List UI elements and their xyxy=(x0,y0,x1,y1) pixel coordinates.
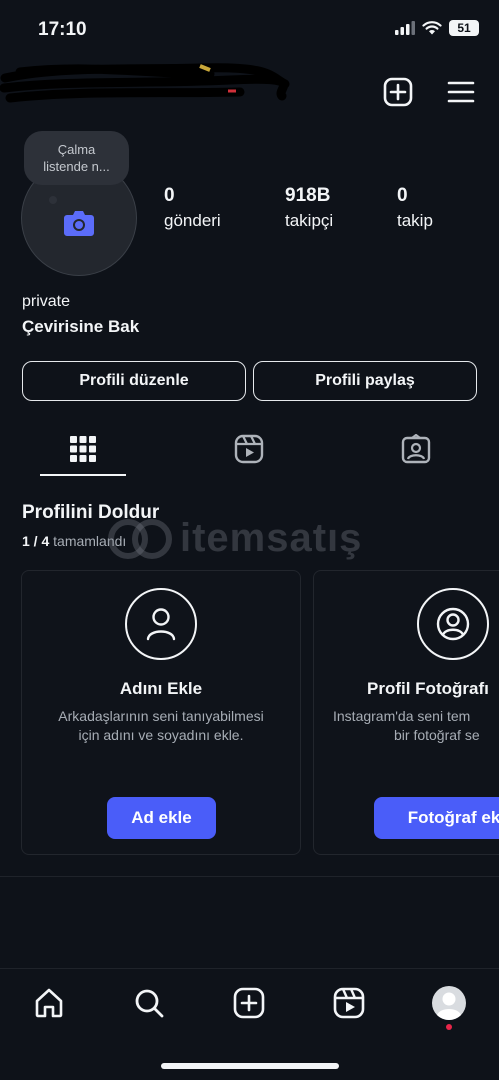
camera-icon xyxy=(64,211,94,236)
stat-followers[interactable]: 918B takipçi xyxy=(285,185,333,231)
watermark-text: itemsatış xyxy=(180,516,363,560)
tagged-icon xyxy=(401,434,431,464)
stat-posts-value: 0 xyxy=(164,185,175,206)
bottom-nav-divider xyxy=(0,968,499,969)
reels-icon xyxy=(333,987,365,1019)
reels-icon xyxy=(234,434,264,464)
nav-create[interactable] xyxy=(231,985,267,1021)
tab-tagged[interactable] xyxy=(399,432,433,466)
status-icons: 51 xyxy=(395,20,479,36)
card-add-name-title: Adını Ekle xyxy=(119,679,203,698)
home-indicator xyxy=(161,1063,339,1069)
home-icon xyxy=(35,988,63,1018)
edit-profile-button[interactable]: Profili düzenle xyxy=(22,361,246,401)
watermark-logo-icon xyxy=(108,518,172,559)
battery-indicator: 51 xyxy=(449,20,479,36)
menu-button[interactable] xyxy=(444,75,478,109)
card-profile-photo: Profil Fotoğrafı Instagram'da seni tem b… xyxy=(313,570,499,855)
card-profile-photo-title: Profil Fotoğrafı xyxy=(367,679,489,698)
progress-count: 1 / 4 xyxy=(22,533,50,549)
card-add-name: Adını Ekle Arkadaşlarının seni tanıyabil… xyxy=(21,570,301,855)
add-photo-button[interactable]: Fotoğraf ek xyxy=(374,797,499,839)
section-divider xyxy=(0,876,499,877)
profile-photo-icon xyxy=(436,607,470,641)
tab-posts-grid[interactable] xyxy=(66,432,100,466)
plus-square-icon xyxy=(383,77,413,107)
create-icon xyxy=(233,987,265,1019)
card-profile-photo-icon-circle xyxy=(417,588,489,660)
person-icon xyxy=(146,608,176,641)
card-profile-photo-desc-1: Instagram'da seni tem xyxy=(333,708,471,724)
nav-profile[interactable] xyxy=(431,985,467,1021)
stat-followers-value: 918B xyxy=(285,185,331,206)
wifi-icon xyxy=(422,21,442,35)
search-icon xyxy=(135,989,164,1018)
stat-following[interactable]: 0 takip xyxy=(397,185,433,231)
stat-posts-label: gönderi xyxy=(164,211,221,230)
notification-dot xyxy=(446,1024,452,1030)
nav-search[interactable] xyxy=(131,985,167,1021)
stat-followers-label: takipçi xyxy=(285,211,334,230)
card-profile-photo-clip: Profil Fotoğrafı Instagram'da seni tem b… xyxy=(313,570,499,855)
redacted-username xyxy=(0,63,290,103)
nav-reels[interactable] xyxy=(331,985,367,1021)
card-profile-photo-desc-2: bir fotoğraf se xyxy=(394,727,480,743)
share-profile-button[interactable]: Profili paylaş xyxy=(253,361,477,401)
add-name-button-label: Ad ekle xyxy=(131,808,192,827)
note-bubble[interactable]: Çalma listende n... xyxy=(24,131,129,185)
tab-reels[interactable] xyxy=(232,432,266,466)
note-tail xyxy=(49,196,57,204)
share-profile-label: Profili paylaş xyxy=(315,372,415,389)
add-photo-button-label: Fotoğraf ek xyxy=(407,808,499,827)
stat-posts[interactable]: 0 gönderi xyxy=(164,185,221,231)
stat-following-value: 0 xyxy=(397,185,408,206)
card-add-name-desc-1: Arkadaşlarının seni tanıyabilmesi xyxy=(58,708,264,724)
see-translation-link[interactable]: Çevirisine Bak xyxy=(22,317,139,337)
hamburger-menu-icon xyxy=(447,81,475,103)
watermark: itemsatış xyxy=(108,516,362,561)
grid-icon xyxy=(70,436,96,462)
profile-avatar-icon xyxy=(432,986,466,1020)
note-text: Çalma listende n... xyxy=(43,142,110,174)
bio-name: private xyxy=(22,293,71,310)
status-time: 17:10 xyxy=(38,19,87,40)
add-name-button[interactable]: Ad ekle xyxy=(107,797,216,839)
active-tab-indicator xyxy=(40,474,126,476)
create-post-button[interactable] xyxy=(381,75,415,109)
nav-home[interactable] xyxy=(31,985,67,1021)
signal-icon xyxy=(395,21,415,35)
card-add-name-desc-2: için adını ve soyadını ekle. xyxy=(78,727,244,743)
stat-following-label: takip xyxy=(397,211,433,230)
edit-profile-label: Profili düzenle xyxy=(79,372,189,389)
card-add-name-icon-circle xyxy=(125,588,197,660)
